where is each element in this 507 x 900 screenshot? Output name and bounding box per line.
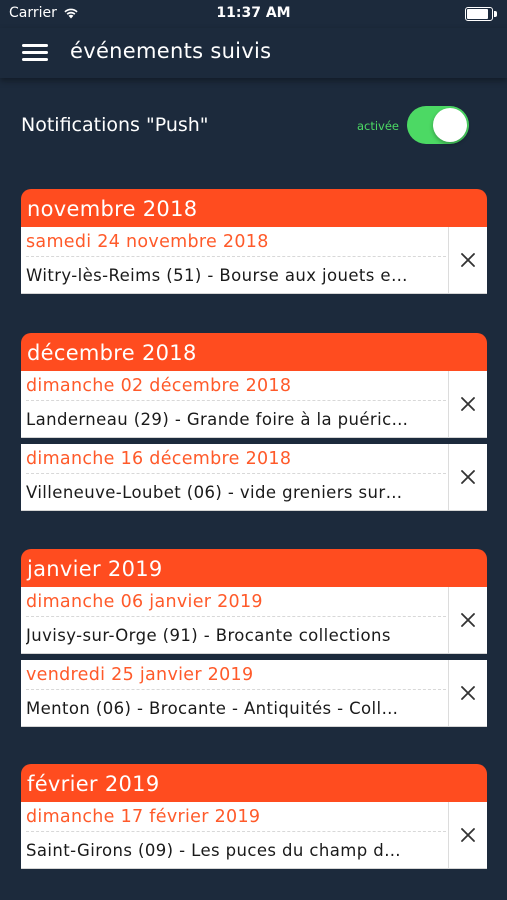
event-item[interactable]: vendredi 25 janvier 2019 Menton (06) - B… — [21, 660, 449, 726]
toggle-knob — [433, 108, 467, 142]
month-group: janvier 2019 dimanche 06 janvier 2019 Ju… — [21, 549, 487, 727]
month-header: janvier 2019 — [21, 549, 487, 587]
nav-bar: événements suivis — [0, 28, 507, 78]
close-icon — [461, 470, 475, 484]
month-header: décembre 2018 — [21, 333, 487, 371]
battery-icon — [465, 7, 497, 21]
month-group: février 2019 dimanche 17 février 2019 Sa… — [21, 764, 487, 869]
event-date: vendredi 25 janvier 2019 — [26, 665, 446, 690]
close-icon — [461, 613, 475, 627]
month-header: février 2019 — [21, 764, 487, 802]
remove-event-button[interactable] — [448, 227, 487, 293]
event-title: Landerneau (29) - Grande foire à la puér… — [26, 410, 409, 429]
event-item[interactable]: dimanche 02 décembre 2018 Landerneau (29… — [21, 371, 449, 437]
event-title: Juvisy-sur-Orge (91) - Brocante collecti… — [26, 626, 391, 645]
remove-event-button[interactable] — [448, 444, 487, 510]
event-date: dimanche 06 janvier 2019 — [26, 592, 446, 617]
event-title: Villeneuve-Loubet (06) - vide greniers s… — [26, 483, 403, 502]
event-title: Menton (06) - Brocante - Antiquités - Co… — [26, 699, 399, 718]
remove-event-button[interactable] — [448, 371, 487, 437]
event-card: dimanche 17 février 2019 Saint-Girons (0… — [21, 802, 487, 869]
push-notifications-toggle[interactable] — [407, 106, 469, 144]
hamburger-menu-icon[interactable] — [22, 43, 48, 63]
event-item[interactable]: dimanche 06 janvier 2019 Juvisy-sur-Orge… — [21, 587, 449, 653]
event-item[interactable]: samedi 24 novembre 2018 Witry-lès-Reims … — [21, 227, 449, 293]
close-icon — [461, 828, 475, 842]
push-notifications-label: Notifications "Push" — [21, 114, 209, 136]
month-group: décembre 2018 dimanche 02 décembre 2018 … — [21, 333, 487, 511]
event-card: samedi 24 novembre 2018 Witry-lès-Reims … — [21, 227, 487, 294]
toggle-state-label: activée — [356, 119, 399, 133]
event-card: dimanche 16 décembre 2018 Villeneuve-Lou… — [21, 444, 487, 511]
page-title: événements suivis — [70, 39, 272, 63]
close-icon — [461, 253, 475, 267]
event-date: dimanche 02 décembre 2018 — [26, 376, 446, 401]
event-card: vendredi 25 janvier 2019 Menton (06) - B… — [21, 660, 487, 727]
event-date: dimanche 17 février 2019 — [26, 807, 446, 832]
status-time: 11:37 AM — [216, 5, 291, 21]
event-card: dimanche 06 janvier 2019 Juvisy-sur-Orge… — [21, 587, 487, 654]
close-icon — [461, 397, 475, 411]
push-notifications-row: Notifications "Push" activée — [21, 106, 469, 146]
remove-event-button[interactable] — [448, 587, 487, 653]
event-title: Witry-lès-Reims (51) - Bourse aux jouets… — [26, 266, 408, 285]
event-item[interactable]: dimanche 17 février 2019 Saint-Girons (0… — [21, 802, 449, 868]
event-title: Saint-Girons (09) - Les puces du champ d… — [26, 841, 402, 860]
event-item[interactable]: dimanche 16 décembre 2018 Villeneuve-Lou… — [21, 444, 449, 510]
status-bar: Carrier 11:37 AM — [0, 0, 507, 28]
remove-event-button[interactable] — [448, 660, 487, 726]
event-card: dimanche 02 décembre 2018 Landerneau (29… — [21, 371, 487, 438]
month-header: novembre 2018 — [21, 189, 487, 227]
month-group: novembre 2018 samedi 24 novembre 2018 Wi… — [21, 189, 487, 294]
close-icon — [461, 686, 475, 700]
event-date: dimanche 16 décembre 2018 — [26, 449, 446, 474]
event-date: samedi 24 novembre 2018 — [26, 232, 446, 257]
remove-event-button[interactable] — [448, 802, 487, 868]
